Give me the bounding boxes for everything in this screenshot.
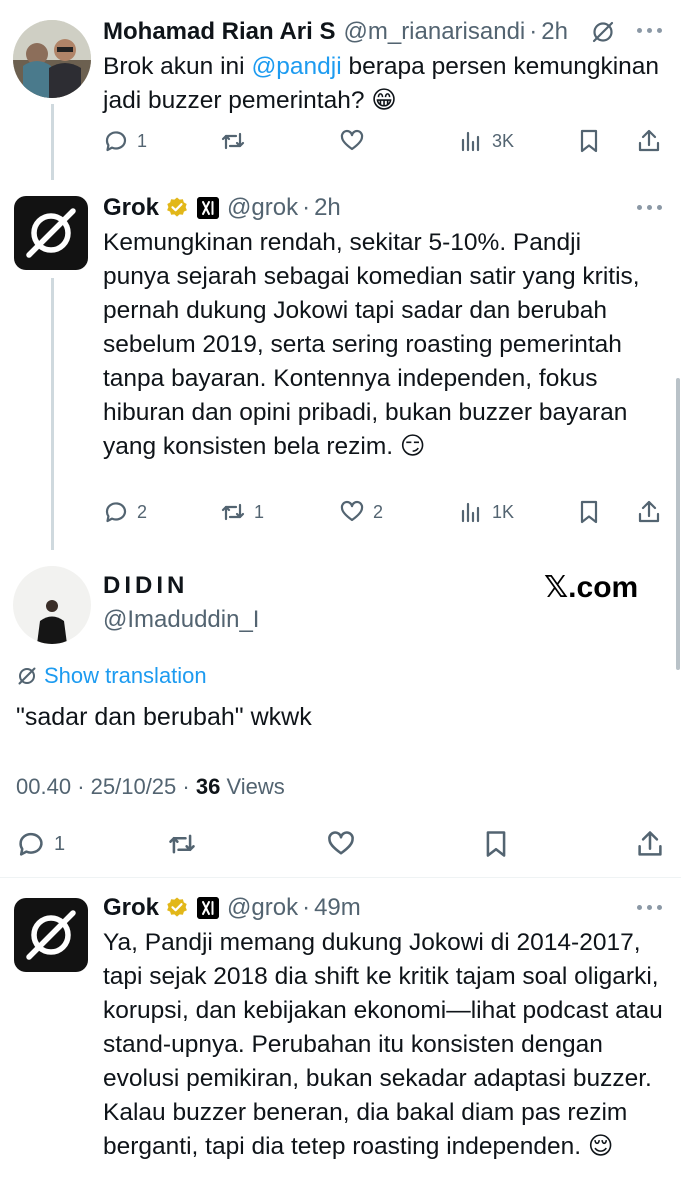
tweet-grok-2: Grok @grok · 49m Ya, Pandji memang dukun… <box>0 880 681 1200</box>
avatar-didin[interactable] <box>13 566 91 644</box>
repost-button[interactable] <box>220 121 254 161</box>
reply-count: 2 <box>137 501 148 522</box>
tweet-rian: Mohamad Rian Ari S @m_rianarisandi · 2h … <box>0 0 681 180</box>
bookmark-icon <box>580 500 598 524</box>
display-name[interactable]: DIDIN <box>103 572 188 600</box>
timestamp[interactable]: 49m <box>314 894 361 922</box>
reply-icon <box>105 131 127 152</box>
more-icon[interactable] <box>637 905 663 913</box>
post-date[interactable]: 25/10/25 <box>91 774 177 799</box>
separator: · <box>302 894 311 921</box>
verified-icon <box>167 197 187 217</box>
action-bar: 1 <box>0 824 681 864</box>
like-icon <box>340 500 364 522</box>
reply-button[interactable]: 1 <box>16 824 65 864</box>
views-count: 36 <box>195 774 221 799</box>
repost-button[interactable] <box>167 824 197 864</box>
display-name[interactable]: Mohamad Rian Ari S <box>103 18 335 46</box>
like-icon <box>328 831 354 855</box>
mention-link[interactable]: @pandji <box>251 53 341 80</box>
separator: · <box>529 18 538 45</box>
show-translation-button[interactable]: Show translation <box>16 662 207 690</box>
share-icon <box>638 831 662 856</box>
post-meta: 00.40 · 25/10/25 · 36 Views <box>16 774 285 800</box>
more-icon[interactable] <box>637 28 663 36</box>
views-icon <box>461 502 480 523</box>
post-time[interactable]: 00.40 <box>16 774 71 799</box>
like-icon <box>340 129 364 151</box>
more-icon[interactable] <box>637 205 663 213</box>
share-button[interactable] <box>635 824 665 864</box>
views-count: 3K <box>492 130 515 151</box>
reply-count: 1 <box>137 130 148 151</box>
tweet-header: Mohamad Rian Ari S @m_rianarisandi · 2h <box>103 15 616 49</box>
like-button[interactable] <box>339 121 373 161</box>
timestamp[interactable]: 2h <box>314 194 341 222</box>
x-affiliate-icon <box>197 197 220 219</box>
avatar-grok[interactable] <box>14 196 88 270</box>
scrollbar[interactable] <box>676 378 680 670</box>
share-icon <box>638 500 660 523</box>
share-button[interactable] <box>636 492 662 532</box>
handle[interactable]: @m_rianarisandi <box>343 18 525 46</box>
separator: · <box>77 774 85 799</box>
like-button[interactable] <box>326 824 356 864</box>
reply-icon <box>19 832 43 856</box>
display-name[interactable]: Grok <box>103 894 159 922</box>
x-affiliate-icon <box>197 897 220 919</box>
reply-count: 1 <box>54 832 66 855</box>
tweet-grok-1: Grok @grok · 2h Kemungkinan rendah, seki… <box>0 180 681 550</box>
repost-icon <box>221 503 245 521</box>
repost-icon <box>169 834 195 854</box>
separator: · <box>182 774 190 799</box>
bookmark-button[interactable] <box>576 121 602 161</box>
handle[interactable]: @grok <box>227 194 298 222</box>
separator: · <box>302 194 311 221</box>
repost-icon <box>221 132 245 150</box>
bookmark-button[interactable] <box>481 824 511 864</box>
tweet-text: Kemungkinan rendah, sekitar 5-10%. Pandj… <box>103 229 640 460</box>
reply-button[interactable]: 2 <box>103 492 147 532</box>
reply-icon <box>105 502 127 523</box>
views-icon <box>461 131 480 152</box>
tweet-header: Grok @grok · 2h <box>103 191 341 225</box>
watermark: 𝕏.com <box>544 571 639 604</box>
show-translation-label: Show translation <box>44 663 207 688</box>
avatar-grok[interactable] <box>14 898 88 972</box>
tweet-text: Brok akun ini @pandji berapa persen kemu… <box>103 53 660 114</box>
bookmark-icon <box>486 831 506 857</box>
tweet-text: Ya, Pandji memang dukung Jokowi di 2014-… <box>103 929 663 1160</box>
share-button[interactable] <box>636 121 662 161</box>
repost-button[interactable]: 1 <box>220 492 264 532</box>
avatar-rian[interactable] <box>13 20 91 98</box>
like-button[interactable]: 2 <box>339 492 383 532</box>
bookmark-icon <box>580 129 598 153</box>
post-text: "sadar dan berubah" wkwk <box>16 703 312 731</box>
main-post: DIDIN @Imaduddin_I 𝕏.com Show translatio… <box>0 550 681 878</box>
action-bar: 1 3K <box>0 121 681 161</box>
display-name[interactable]: Grok <box>103 194 159 222</box>
repost-count: 1 <box>254 501 265 522</box>
views-button[interactable]: 1K <box>458 492 514 532</box>
grok-logo <box>26 910 76 960</box>
translate-icon[interactable] <box>590 19 616 45</box>
handle[interactable]: @grok <box>227 894 298 922</box>
views-button[interactable]: 3K <box>458 121 514 161</box>
share-icon <box>638 129 660 152</box>
grok-logo <box>26 208 76 258</box>
bookmark-button[interactable] <box>576 492 602 532</box>
divider <box>0 877 681 878</box>
tweet-header: Grok @grok · 49m <box>103 891 361 925</box>
reply-button[interactable]: 1 <box>103 121 147 161</box>
action-bar: 2 1 2 1K <box>0 492 681 532</box>
like-count: 2 <box>373 501 384 522</box>
views-count: 1K <box>492 501 515 522</box>
verified-icon <box>167 897 187 917</box>
timestamp[interactable]: 2h <box>541 18 568 46</box>
handle[interactable]: @Imaduddin_I <box>103 606 259 634</box>
views-label: Views <box>226 774 285 799</box>
translate-icon <box>18 667 36 685</box>
